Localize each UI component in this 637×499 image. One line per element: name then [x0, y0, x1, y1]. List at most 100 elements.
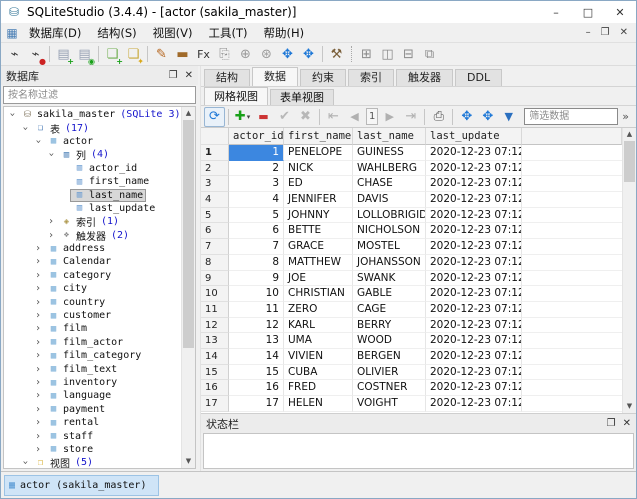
fit-columns-button[interactable]: ✥: [477, 107, 498, 127]
filter-mode-button[interactable]: ▼: [498, 107, 519, 127]
triggers-group[interactable]: ›❖触发器(2): [4, 229, 181, 242]
toolbar-overflow-button[interactable]: »: [618, 110, 633, 123]
chevron-icon[interactable]: ›: [32, 323, 44, 334]
row-number[interactable]: 13: [201, 333, 229, 349]
grid-cell[interactable]: BETTE: [284, 223, 353, 239]
rollback-changes-button[interactable]: ✖: [295, 107, 316, 127]
disconnect-database-button[interactable]: ⌁●: [25, 44, 46, 64]
sql-functions-button[interactable]: Fx: [193, 44, 214, 64]
new-window-button[interactable]: ❏+: [102, 44, 123, 64]
grid-cell[interactable]: 2020-12-23 07:12:29: [426, 380, 522, 396]
scroll-down-icon[interactable]: ▼: [623, 400, 636, 413]
tree-scrollbar[interactable]: ▲ ▼: [181, 107, 195, 468]
minimize-button[interactable]: –: [540, 1, 572, 23]
add-database-button[interactable]: ▤+: [53, 44, 74, 64]
grid-cell[interactable]: 16: [229, 380, 284, 396]
table-payment[interactable]: ›▦payment: [4, 403, 181, 416]
chevron-icon[interactable]: ›: [32, 297, 44, 308]
chevron-icon[interactable]: ›: [32, 444, 44, 455]
grid-cell[interactable]: 2020-12-23 07:12:29: [426, 396, 522, 412]
prev-page-button[interactable]: ◀: [344, 107, 365, 127]
tile-windows-button[interactable]: ⊞: [356, 44, 377, 64]
grid-cell[interactable]: BERRY: [353, 318, 426, 334]
row-number[interactable]: 6: [201, 223, 229, 239]
collations-editor-button[interactable]: ⎘: [214, 44, 235, 64]
grid-cell[interactable]: 2020-12-23 07:12:29: [426, 318, 522, 334]
tile-windows-horizontally-button[interactable]: ⊟: [398, 44, 419, 64]
columns-group[interactable]: ›▥列(4): [4, 148, 181, 161]
views-group[interactable]: ›❐视图(5): [4, 456, 181, 468]
chevron-icon[interactable]: ›: [32, 243, 44, 254]
grid-cell[interactable]: HELEN: [284, 396, 353, 412]
table-staff[interactable]: ›▦staff: [4, 429, 181, 442]
column-last-name[interactable]: ›▥last_name: [4, 188, 181, 201]
refresh-data-button[interactable]: ⟳: [204, 107, 225, 127]
chevron-icon[interactable]: ›: [32, 350, 44, 361]
scroll-thumb[interactable]: [183, 120, 194, 348]
table-film-category[interactable]: ›▦film_category: [4, 349, 181, 362]
restore-window-button[interactable]: ❏✦: [123, 44, 144, 64]
chevron-icon[interactable]: ›: [33, 135, 44, 147]
grid-cell[interactable]: CAGE: [353, 302, 426, 318]
ddl-history-button[interactable]: ▬: [172, 44, 193, 64]
column-first-name[interactable]: ›▥first_name: [4, 175, 181, 188]
grid-cell[interactable]: FRED: [284, 380, 353, 396]
print-button[interactable]: ⎙: [428, 107, 449, 127]
grid-cell[interactable]: BERGEN: [353, 349, 426, 365]
tab-ddl[interactable]: DDL: [455, 69, 502, 86]
tab-structure[interactable]: 结构: [204, 69, 250, 86]
scroll-up-icon[interactable]: ▲: [623, 128, 636, 141]
column-header-first_name[interactable]: first_name: [284, 128, 353, 145]
grid-cell[interactable]: 11: [229, 302, 284, 318]
grid-cell[interactable]: DAVIS: [353, 192, 426, 208]
row-number[interactable]: 10: [201, 286, 229, 302]
close-panel-icon[interactable]: ✕: [623, 419, 631, 429]
edit-database-button[interactable]: ▤◉: [74, 44, 95, 64]
row-number[interactable]: 15: [201, 365, 229, 381]
table-calendar[interactable]: ›▦Calendar: [4, 255, 181, 268]
grid-cell[interactable]: 2020-12-23 07:12:29: [426, 333, 522, 349]
table-language[interactable]: ›▦language: [4, 389, 181, 402]
grid-cell[interactable]: KARL: [284, 318, 353, 334]
grid-cell[interactable]: 10: [229, 286, 284, 302]
scroll-track[interactable]: [182, 120, 195, 455]
grid-cell[interactable]: 2020-12-23 07:12:29: [426, 302, 522, 318]
chevron-icon[interactable]: ›: [32, 431, 44, 442]
cascade-windows-button[interactable]: ⧉: [419, 44, 440, 64]
first-page-button[interactable]: ⇤: [323, 107, 344, 127]
row-number[interactable]: 8: [201, 255, 229, 271]
mdi-close-button[interactable]: ✕: [620, 27, 628, 38]
chevron-icon[interactable]: ›: [20, 122, 31, 134]
maximize-data-view-button[interactable]: ✥: [277, 44, 298, 64]
mdi-minimize-button[interactable]: –: [586, 27, 591, 38]
grid-cell[interactable]: 2020-12-23 07:12:29: [426, 365, 522, 381]
grid-cell[interactable]: ED: [284, 176, 353, 192]
row-number[interactable]: 3: [201, 176, 229, 192]
chevron-icon[interactable]: ›: [32, 337, 44, 348]
chevron-icon[interactable]: ›: [32, 310, 44, 321]
row-number[interactable]: 1: [201, 145, 229, 161]
chevron-icon[interactable]: ›: [32, 390, 44, 401]
tab-constraints[interactable]: 约束: [300, 69, 346, 86]
grid-cell[interactable]: 1: [229, 145, 284, 161]
grid-cell[interactable]: SWANK: [353, 271, 426, 287]
grid-cell[interactable]: 2020-12-23 07:12:29: [426, 176, 522, 192]
tile-windows-vertically-button[interactable]: ◫: [377, 44, 398, 64]
row-number[interactable]: 17: [201, 396, 229, 412]
chevron-icon[interactable]: ›: [46, 149, 57, 161]
commit-changes-button[interactable]: ✔: [274, 107, 295, 127]
grid-cell[interactable]: GRACE: [284, 239, 353, 255]
chevron-icon[interactable]: ›: [32, 270, 44, 281]
row-number[interactable]: 14: [201, 349, 229, 365]
chevron-icon[interactable]: ›: [7, 109, 18, 121]
tab-data[interactable]: 数据: [252, 67, 298, 86]
grid-cell[interactable]: CHASE: [353, 176, 426, 192]
float-panel-icon[interactable]: ❐: [169, 71, 178, 81]
table-film[interactable]: ›▦film: [4, 322, 181, 335]
grid-cell[interactable]: VIVIEN: [284, 349, 353, 365]
maximize-grid-button[interactable]: ✥: [456, 107, 477, 127]
grid-cell[interactable]: JOE: [284, 271, 353, 287]
maximize-button[interactable]: □: [572, 1, 604, 23]
row-number[interactable]: 4: [201, 192, 229, 208]
grid-scrollbar[interactable]: ▲ ▼: [622, 128, 636, 413]
